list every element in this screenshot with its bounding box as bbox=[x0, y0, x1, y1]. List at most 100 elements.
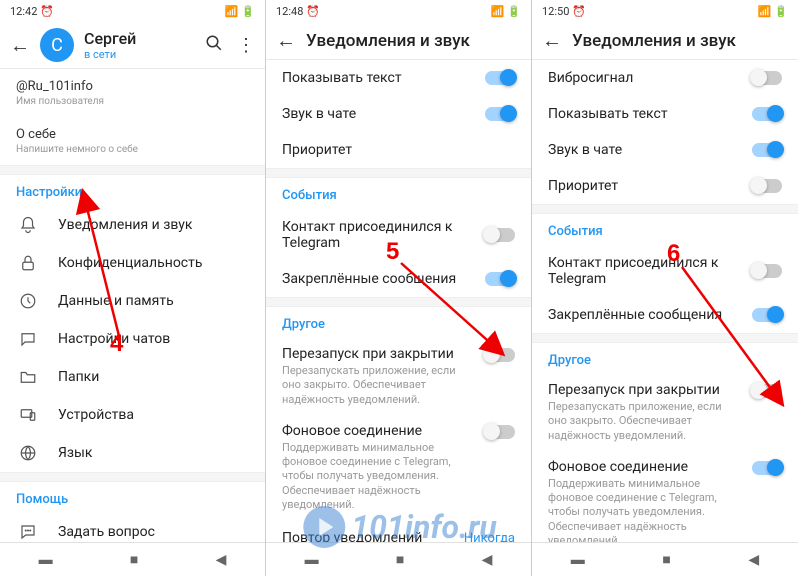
data-icon bbox=[16, 292, 40, 310]
back-arrow-icon[interactable]: ← bbox=[276, 28, 296, 53]
bell-icon bbox=[16, 216, 40, 234]
setting-vibro[interactable]: Вибросигнал bbox=[532, 60, 798, 96]
menu-data[interactable]: Данные и память bbox=[0, 282, 265, 320]
menu-label: Настройки чатов bbox=[58, 331, 170, 347]
content-scroll[interactable]: @Ru_101info Имя пользователя О себе Напи… bbox=[0, 69, 265, 542]
setting-background[interactable]: Фоновое соединение Поддерживать минималь… bbox=[532, 451, 798, 542]
profile-header: ← С Сергей в сети ⋮ bbox=[0, 22, 265, 69]
nav-bar: ▬ ■ ◀ bbox=[532, 542, 798, 576]
question-icon bbox=[16, 523, 40, 541]
setting-label: Показывать текст bbox=[548, 106, 668, 122]
alarm-icon: ⏰ bbox=[572, 5, 586, 18]
divider bbox=[266, 168, 531, 178]
lock-icon bbox=[16, 254, 40, 272]
setting-priority[interactable]: Приоритет bbox=[532, 168, 798, 204]
setting-label: Фоновое соединение bbox=[282, 423, 515, 439]
toggle-pinned[interactable] bbox=[485, 272, 515, 286]
setting-label: Показывать текст bbox=[282, 70, 402, 86]
section-events: События bbox=[532, 214, 798, 245]
nav-recent-icon[interactable]: ▬ bbox=[571, 551, 585, 568]
menu-privacy[interactable]: Конфиденциальность bbox=[0, 244, 265, 282]
nav-home-icon[interactable]: ■ bbox=[396, 551, 404, 568]
setting-sub: Перезапускать приложение, если оно закры… bbox=[282, 364, 515, 407]
section-help: Помощь bbox=[0, 482, 265, 513]
toggle-show-text[interactable] bbox=[485, 71, 515, 85]
setting-background[interactable]: Фоновое соединение Поддерживать минималь… bbox=[266, 415, 531, 520]
more-icon[interactable]: ⋮ bbox=[237, 35, 255, 56]
toggle-chat-sound[interactable] bbox=[485, 107, 515, 121]
search-icon[interactable] bbox=[205, 34, 223, 57]
nav-home-icon[interactable]: ■ bbox=[130, 551, 138, 568]
battery-icon: 🔋 bbox=[241, 5, 255, 18]
chat-icon bbox=[16, 330, 40, 348]
setting-restart[interactable]: Перезапуск при закрытии Перезапускать пр… bbox=[266, 338, 531, 415]
menu-chats[interactable]: Настройки чатов bbox=[0, 320, 265, 358]
setting-priority[interactable]: Приоритет bbox=[266, 132, 531, 168]
divider bbox=[0, 472, 265, 482]
menu-ask[interactable]: Задать вопрос bbox=[0, 513, 265, 542]
settings-header: ← Уведомления и звук bbox=[532, 22, 798, 60]
nav-recent-icon[interactable]: ▬ bbox=[39, 551, 53, 568]
avatar[interactable]: С bbox=[40, 28, 74, 62]
phone-panel-3: 12:50⏰ 📶🔋 ← Уведомления и звук Вибросигн… bbox=[532, 0, 798, 576]
setting-label: Закреплённые сообщения bbox=[548, 307, 722, 323]
about[interactable]: О себе bbox=[16, 127, 249, 142]
content-scroll[interactable]: Вибросигнал Показывать текст Звук в чате… bbox=[532, 60, 798, 542]
toggle-vibro[interactable] bbox=[752, 71, 782, 85]
toggle-priority[interactable] bbox=[752, 179, 782, 193]
battery-icon: 🔋 bbox=[774, 5, 788, 18]
toggle-restart[interactable] bbox=[752, 384, 782, 398]
setting-label: Приоритет bbox=[548, 178, 618, 194]
section-other: Другое bbox=[266, 307, 531, 338]
toggle-restart[interactable] bbox=[485, 348, 515, 362]
setting-chat-sound[interactable]: Звук в чате bbox=[532, 132, 798, 168]
toggle-contact-joined[interactable] bbox=[485, 228, 515, 242]
divider bbox=[532, 204, 798, 214]
toggle-show-text[interactable] bbox=[752, 107, 782, 121]
nav-back-icon[interactable]: ◀ bbox=[748, 552, 759, 568]
setting-label: Фоновое соединение bbox=[548, 459, 782, 475]
menu-notifications[interactable]: Уведомления и звук bbox=[0, 206, 265, 244]
signal-icon: 📶 bbox=[758, 5, 772, 18]
nav-back-icon[interactable]: ◀ bbox=[216, 552, 227, 568]
page-title: Уведомления и звук bbox=[572, 31, 788, 51]
back-arrow-icon[interactable]: ← bbox=[542, 28, 562, 53]
content-scroll[interactable]: Показывать текст Звук в чате Приоритет С… bbox=[266, 60, 531, 542]
setting-label: Звук в чате bbox=[548, 142, 622, 158]
setting-contact-joined[interactable]: Контакт присоединился к Telegram bbox=[266, 209, 531, 261]
setting-label: Перезапуск при закрытии bbox=[282, 346, 515, 362]
clock: 12:48 bbox=[276, 5, 303, 18]
setting-contact-joined[interactable]: Контакт присоединился к Telegram bbox=[532, 245, 798, 297]
nav-bar: ▬ ■ ◀ bbox=[0, 542, 265, 576]
menu-folders[interactable]: Папки bbox=[0, 358, 265, 396]
watermark-text: 101info.ru bbox=[351, 508, 496, 546]
setting-label: Перезапуск при закрытии bbox=[548, 382, 782, 398]
phone-panel-1: 12:42⏰ 📶🔋 ← С Сергей в сети ⋮ @Ru_101inf… bbox=[0, 0, 266, 576]
setting-show-text[interactable]: Показывать текст bbox=[266, 60, 531, 96]
toggle-background[interactable] bbox=[485, 425, 515, 439]
status-bar: 12:48⏰ 📶🔋 bbox=[266, 0, 531, 22]
menu-language[interactable]: Язык bbox=[0, 434, 265, 472]
menu-devices[interactable]: Устройства bbox=[0, 396, 265, 434]
setting-label: Звук в чате bbox=[282, 106, 356, 122]
toggle-pinned[interactable] bbox=[752, 308, 782, 322]
nav-recent-icon[interactable]: ▬ bbox=[305, 551, 319, 568]
toggle-chat-sound[interactable] bbox=[752, 143, 782, 157]
toggle-contact-joined[interactable] bbox=[752, 264, 782, 278]
setting-sub: Перезапускать приложение, если оно закры… bbox=[548, 400, 782, 443]
username[interactable]: @Ru_101info bbox=[16, 79, 249, 94]
menu-label: Язык bbox=[58, 445, 92, 461]
toggle-background[interactable] bbox=[752, 461, 782, 475]
section-settings: Настройки bbox=[0, 175, 265, 206]
setting-pinned[interactable]: Закреплённые сообщения bbox=[532, 297, 798, 333]
nav-home-icon[interactable]: ■ bbox=[662, 551, 670, 568]
setting-show-text[interactable]: Показывать текст bbox=[532, 96, 798, 132]
setting-restart[interactable]: Перезапуск при закрытии Перезапускать пр… bbox=[532, 374, 798, 451]
status-bar: 12:42⏰ 📶🔋 bbox=[0, 0, 265, 22]
setting-pinned[interactable]: Закреплённые сообщения bbox=[266, 261, 531, 297]
alarm-icon: ⏰ bbox=[306, 5, 320, 18]
setting-chat-sound[interactable]: Звук в чате bbox=[266, 96, 531, 132]
nav-back-icon[interactable]: ◀ bbox=[482, 552, 493, 568]
back-arrow-icon[interactable]: ← bbox=[10, 33, 30, 58]
menu-label: Задать вопрос bbox=[58, 524, 155, 540]
